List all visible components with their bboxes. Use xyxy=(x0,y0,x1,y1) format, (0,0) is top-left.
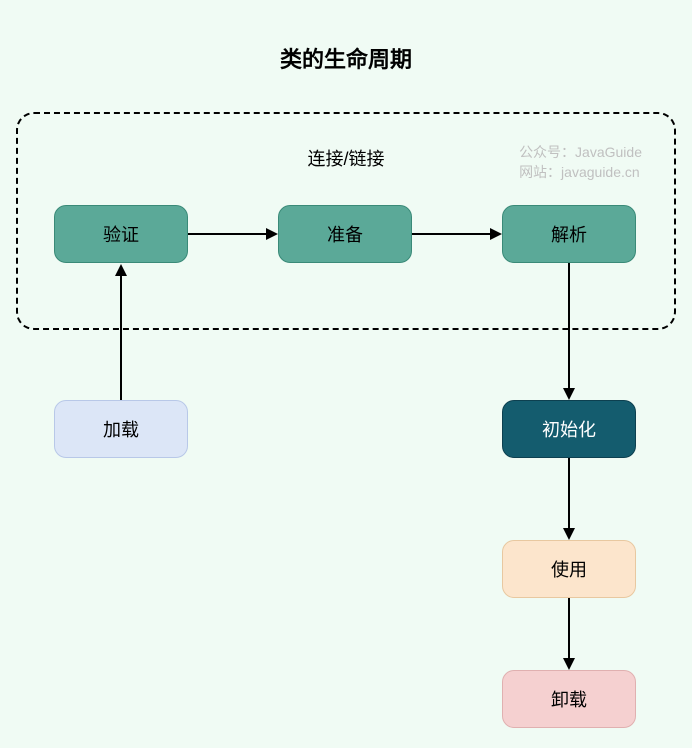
node-load: 加载 xyxy=(54,400,188,458)
node-unload: 卸载 xyxy=(502,670,636,728)
arrow-prepare-to-resolve xyxy=(412,233,490,235)
arrow-head-prepare-to-resolve xyxy=(490,228,502,240)
watermark-line1: 公众号：JavaGuide xyxy=(519,143,642,163)
linking-phase-label: 连接/链接 xyxy=(307,145,384,171)
watermark-line2: 网站：javaguide.cn xyxy=(519,163,642,183)
arrow-verify-to-prepare xyxy=(188,233,266,235)
node-resolve: 解析 xyxy=(502,205,636,263)
arrow-head-initialize-to-use xyxy=(563,528,575,540)
arrow-initialize-to-use xyxy=(568,458,570,528)
arrow-load-to-verify xyxy=(120,275,122,400)
arrow-head-use-to-unload xyxy=(563,658,575,670)
diagram-title: 类的生命周期 xyxy=(280,42,412,74)
arrow-head-verify-to-prepare xyxy=(266,228,278,240)
node-verify: 验证 xyxy=(54,205,188,263)
node-initialize: 初始化 xyxy=(502,400,636,458)
watermark: 公众号：JavaGuide 网站：javaguide.cn xyxy=(519,143,642,182)
node-use: 使用 xyxy=(502,540,636,598)
arrow-head-resolve-to-initialize xyxy=(563,388,575,400)
node-prepare: 准备 xyxy=(278,205,412,263)
arrow-resolve-to-initialize xyxy=(568,263,570,389)
arrow-use-to-unload xyxy=(568,598,570,658)
arrow-head-load-to-verify xyxy=(115,264,127,276)
